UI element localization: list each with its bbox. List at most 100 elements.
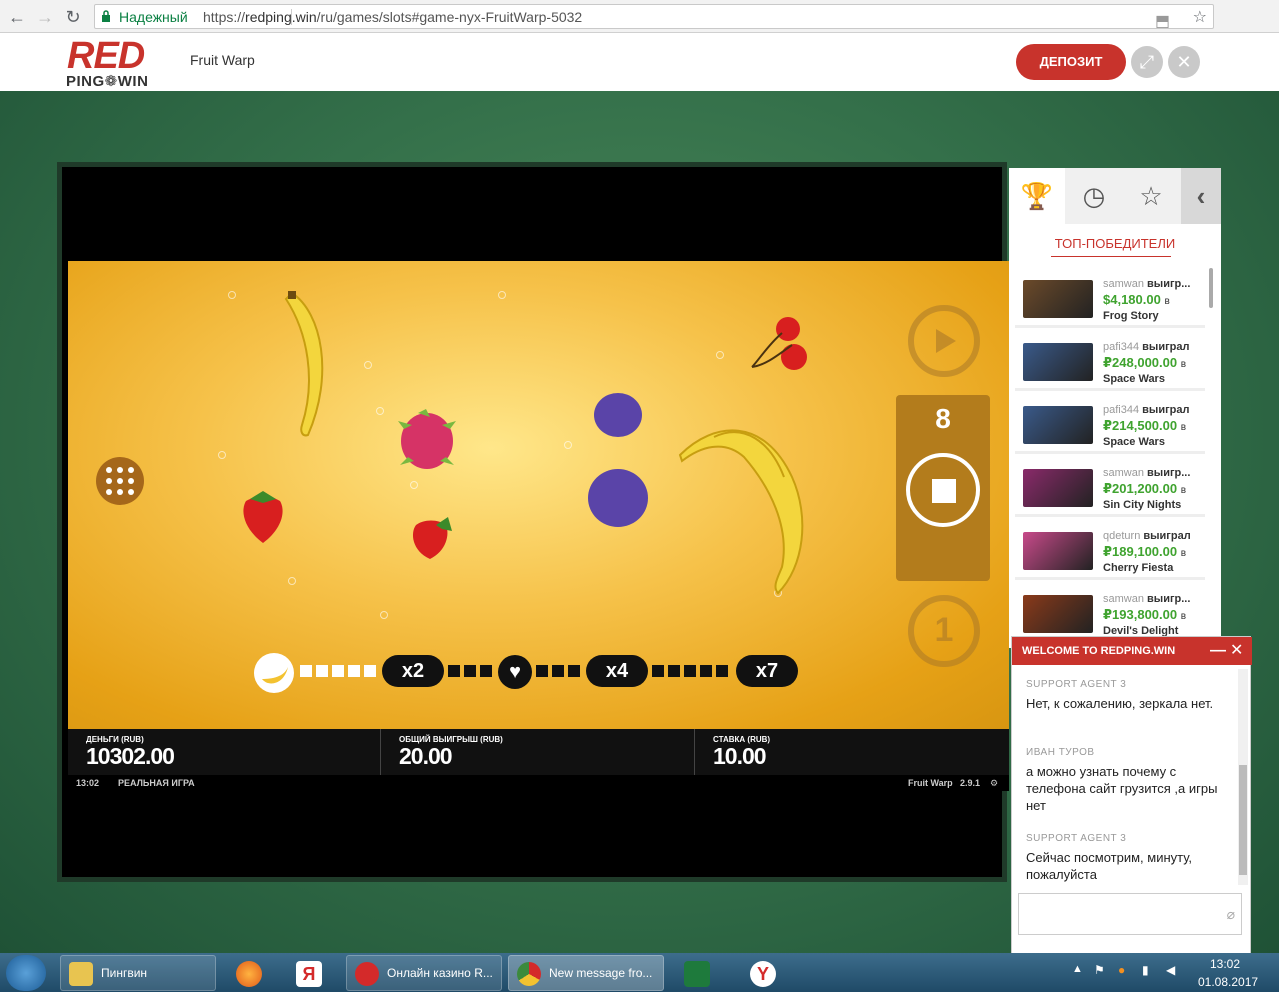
url-path: /ru/games/slots#game-nyx-FruitWarp-5032 bbox=[316, 9, 583, 25]
plum-icon bbox=[588, 469, 648, 527]
stop-button[interactable] bbox=[906, 453, 980, 527]
progress-segment bbox=[652, 665, 664, 677]
winner-item[interactable]: samwan выигр... ₽201,200.00 в Sin City Nig… bbox=[1015, 457, 1205, 517]
game-thumbnail[interactable] bbox=[1023, 469, 1093, 507]
game-thumbnail[interactable] bbox=[1023, 595, 1093, 633]
trophy-icon[interactable]: 🏆 bbox=[1009, 168, 1065, 224]
game-menu-button[interactable] bbox=[96, 457, 144, 505]
winner-game[interactable]: Space Wars bbox=[1103, 436, 1165, 448]
flag-icon[interactable]: ⚑ bbox=[1094, 963, 1105, 977]
clock-time[interactable]: 13:02 bbox=[1210, 957, 1240, 971]
star-icon[interactable]: ☆ bbox=[1123, 168, 1179, 224]
address-bar[interactable]: Надежный https://redping.win/ru/games/sl… bbox=[94, 4, 1214, 31]
pdf-extension-icon[interactable]: ⬒ bbox=[1155, 11, 1173, 31]
winner-verb: выигр... bbox=[1147, 593, 1191, 605]
winner-username: samwan bbox=[1103, 467, 1144, 479]
start-button[interactable] bbox=[6, 955, 46, 991]
clock-icon[interactable]: ◷ bbox=[1066, 168, 1122, 224]
clock-date[interactable]: 01.08.2017 bbox=[1198, 975, 1258, 989]
game-thumbnail[interactable] bbox=[1023, 343, 1093, 381]
winner-username: pafi344 bbox=[1103, 341, 1140, 353]
progress-segment bbox=[700, 665, 712, 677]
winner-scrollbar[interactable] bbox=[1209, 268, 1213, 308]
winner-item[interactable]: qdeturn выиграл ₽189,100.00 в Cherry Fiest… bbox=[1015, 520, 1205, 580]
winner-item[interactable]: pafi344 выиграл ₽214,500.00 в Space Wars bbox=[1015, 394, 1205, 454]
winner-amount: ₽201,200.00 в bbox=[1103, 481, 1186, 497]
firefox-pin[interactable] bbox=[222, 955, 276, 991]
winner-username: pafi344 bbox=[1103, 404, 1140, 416]
winner-amount: $4,180.00 в bbox=[1103, 292, 1170, 307]
winner-amount-value: ₽189,100.00 bbox=[1103, 544, 1178, 559]
money-value: 10302.00 bbox=[86, 743, 175, 769]
settings-icon[interactable]: ⚙ bbox=[990, 778, 998, 789]
chat-close-icon[interactable]: ✕ bbox=[1230, 637, 1243, 665]
winner-in: в bbox=[1180, 485, 1187, 496]
chat-header[interactable]: WELCOME TO REDPING.WIN — ✕ bbox=[1012, 637, 1252, 665]
winner-amount-value: ₽201,200.00 bbox=[1103, 481, 1178, 496]
redping-logo[interactable]: RED PING❁WIN bbox=[64, 36, 164, 90]
strawberry-icon bbox=[412, 517, 452, 559]
winner-amount: ₽214,500.00 в bbox=[1103, 418, 1186, 434]
winner-game[interactable]: Sin City Nights bbox=[1103, 499, 1181, 511]
chat-input[interactable]: ⌀ bbox=[1018, 893, 1242, 935]
network-icon[interactable]: ▮ bbox=[1142, 963, 1149, 977]
winner-user: samwan выигр... bbox=[1103, 593, 1203, 605]
reload-icon[interactable]: ↻ bbox=[62, 6, 84, 28]
back-icon[interactable]: ← bbox=[6, 6, 28, 28]
coin-value-button[interactable]: 1 bbox=[908, 595, 980, 667]
winner-username: qdeturn bbox=[1103, 530, 1141, 542]
game-thumbnail[interactable] bbox=[1023, 406, 1093, 444]
panel-title: ТОП-ПОБЕДИТЕЛИ bbox=[1054, 236, 1176, 251]
tray-expand-icon[interactable]: ▲ bbox=[1072, 963, 1083, 975]
task-explorer[interactable]: Пингвин bbox=[60, 955, 216, 991]
close-game-icon[interactable]: ✕ bbox=[1168, 46, 1200, 78]
task-chrome[interactable]: New message fro... bbox=[508, 955, 664, 991]
winner-game[interactable]: Space Wars bbox=[1103, 373, 1165, 385]
progress-segment bbox=[552, 665, 564, 677]
winner-user: samwan выигр... bbox=[1103, 467, 1203, 479]
winner-item[interactable]: samwan выигр... ₽193,800.00 в Devil's Deli… bbox=[1015, 583, 1205, 643]
winner-game[interactable]: Cherry Fiesta bbox=[1103, 562, 1173, 574]
tray-app-icon[interactable]: ● bbox=[1118, 963, 1125, 977]
forward-icon[interactable]: → bbox=[34, 6, 56, 28]
menu-dot bbox=[128, 489, 134, 495]
deposit-button[interactable]: ДЕПОЗИТ bbox=[1016, 44, 1126, 80]
winners-panel: 🏆 ◷ ☆ ‹ ТОП-ПОБЕДИТЕЛИ samwan выигр... $4… bbox=[1009, 168, 1221, 648]
autoplay-icon bbox=[936, 329, 956, 353]
chat-widget: WELCOME TO REDPING.WIN — ✕ SUPPORT AGENT… bbox=[1011, 636, 1252, 954]
winner-amount-value: ₽248,000.00 bbox=[1103, 355, 1178, 370]
firefox-icon bbox=[236, 961, 262, 987]
collapse-panel-icon[interactable]: ‹ bbox=[1181, 168, 1221, 224]
bubble bbox=[228, 291, 236, 299]
money-field: ДЕНЬГИ (RUB) 10302.00 bbox=[68, 729, 381, 775]
yandex-pin[interactable]: Y bbox=[736, 955, 790, 991]
volume-icon[interactable]: ◀ bbox=[1166, 963, 1175, 977]
progress-segment bbox=[448, 665, 460, 677]
game-thumbnail[interactable] bbox=[1023, 280, 1093, 318]
game-canvas[interactable]: 8 1 x2 ♥ x4 x7 bbox=[68, 261, 1009, 729]
winner-item[interactable]: pafi344 выиграл ₽248,000.00 в Space Wars bbox=[1015, 331, 1205, 391]
logo-red-text: RED bbox=[67, 35, 145, 77]
game-thumbnail[interactable] bbox=[1023, 532, 1093, 570]
chat-scroll-thumb[interactable] bbox=[1239, 765, 1247, 875]
yandex-browser-pin[interactable]: Я bbox=[282, 955, 336, 991]
winner-verb: выиграл bbox=[1142, 404, 1190, 416]
multiplier-x2: x2 bbox=[382, 655, 444, 687]
bet-field[interactable]: СТАВКА (RUB) 10.00 bbox=[695, 729, 1009, 775]
excel-pin[interactable] bbox=[670, 955, 724, 991]
attach-icon[interactable]: ⌀ bbox=[1227, 906, 1235, 923]
autoplay-button[interactable] bbox=[908, 305, 980, 377]
bubble bbox=[498, 291, 506, 299]
total-win-field: ОБЩИЙ ВЫИГРЫШ (RUB) 20.00 bbox=[381, 729, 695, 775]
menu-dot bbox=[117, 489, 123, 495]
task-opera[interactable]: Онлайн казино R... bbox=[346, 955, 502, 991]
status-game: Fruit Warp bbox=[908, 778, 953, 788]
chat-scrollbar[interactable] bbox=[1238, 669, 1248, 885]
fullscreen-icon[interactable]: ⤢ bbox=[1131, 46, 1163, 78]
game-info-bar: ДЕНЬГИ (RUB) 10302.00 ОБЩИЙ ВЫИГРЫШ (RUB… bbox=[68, 729, 1009, 775]
winner-game[interactable]: Frog Story bbox=[1103, 310, 1159, 322]
winner-item[interactable]: samwan выигр... $4,180.00 в Frog Story bbox=[1015, 268, 1205, 328]
secure-label: Надежный bbox=[119, 9, 188, 25]
chat-minimize-icon[interactable]: — bbox=[1210, 637, 1226, 665]
bookmark-star-icon[interactable]: ☆ bbox=[1193, 7, 1207, 27]
